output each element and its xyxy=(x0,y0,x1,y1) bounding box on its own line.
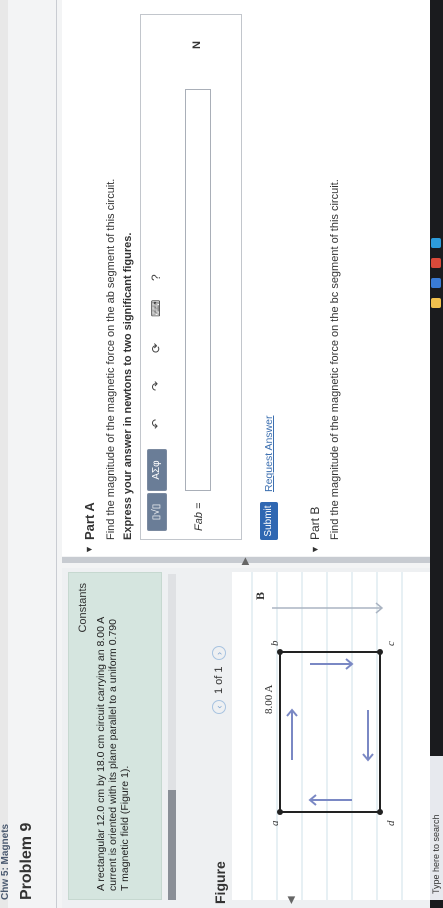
current-label: 8.00 A xyxy=(263,685,275,714)
part-a-title[interactable]: Part A xyxy=(82,502,97,540)
file-explorer-icon[interactable] xyxy=(431,298,441,308)
redo-icon[interactable]: ↷ xyxy=(149,381,163,391)
field-label: B⃗ xyxy=(253,583,267,600)
left-panel: Constants A rectangular 12.0 cm by 18.0 … xyxy=(62,568,443,908)
answer-label: Fab = xyxy=(193,502,205,531)
reset-icon[interactable]: ⟳ xyxy=(149,343,163,353)
figure-title: Figure xyxy=(212,861,228,904)
constants-box: Constants A rectangular 12.0 cm by 18.0 … xyxy=(68,572,162,900)
part-b-toggle-icon[interactable]: ▼ xyxy=(310,545,320,554)
horizontal-scrollbar[interactable] xyxy=(168,574,176,900)
submit-button[interactable]: Submit xyxy=(260,502,278,540)
corner-c-dot xyxy=(377,649,383,655)
corner-b-label: b xyxy=(269,640,281,646)
templates-button[interactable]: ▯√▯ xyxy=(147,493,167,531)
app-icon[interactable] xyxy=(431,258,441,268)
top-strip xyxy=(0,0,8,908)
help-icon[interactable]: ? xyxy=(149,274,163,281)
figure-pager-label: 1 of 1 xyxy=(213,666,225,694)
corner-a-label: a xyxy=(269,820,281,826)
panel-divider[interactable] xyxy=(62,557,443,563)
page-stage: Chw 5: Magnets Problem 9 Constants A rec… xyxy=(0,0,443,908)
keyboard-icon[interactable]: ⌨ xyxy=(149,300,163,317)
request-answer-link[interactable]: Request Answer xyxy=(263,416,275,492)
right-panel: ▼ Part A Find the magnitude of the magne… xyxy=(62,0,443,556)
unit-label: N xyxy=(191,41,203,49)
corner-d-dot xyxy=(377,809,383,815)
circuit-loop xyxy=(279,651,381,813)
panel-toggle-icon[interactable]: ▶ xyxy=(240,557,251,565)
corner-c-label: c xyxy=(385,641,397,646)
symbols-button[interactable]: ΑΣφ xyxy=(147,449,167,491)
current-arrows xyxy=(286,658,374,806)
breadcrumb[interactable]: Chw 5: Magnets xyxy=(0,824,11,900)
scroll-left-icon[interactable]: ◀ xyxy=(286,896,297,904)
scrollbar-thumb[interactable] xyxy=(168,790,176,900)
corner-b-dot xyxy=(277,649,283,655)
undo-icon[interactable]: ↶ xyxy=(149,419,163,429)
taskbar-search[interactable]: Type here to search xyxy=(430,756,443,900)
page-title: Problem 9 xyxy=(18,822,35,900)
header-divider xyxy=(56,0,57,908)
part-b-title[interactable]: Part B xyxy=(308,507,322,540)
next-figure-button[interactable]: › xyxy=(212,646,226,661)
constants-label[interactable]: Constants xyxy=(77,583,89,633)
answer-input[interactable] xyxy=(185,89,211,491)
prev-figure-button[interactable]: ‹ xyxy=(212,700,226,714)
store-icon[interactable] xyxy=(431,238,441,248)
problem-statement: A rectangular 12.0 cm by 18.0 cm circuit… xyxy=(95,617,131,891)
figure-pager: ‹ 1 of 1 › xyxy=(212,646,226,714)
corner-d-label: d xyxy=(385,820,397,826)
part-a-instruction: Express your answer in newtons to two si… xyxy=(122,232,134,540)
figure-area: a b c d 8.00 A B⃗ xyxy=(232,572,432,900)
part-a-prompt: Find the magnitude of the magnetic force… xyxy=(105,178,117,540)
answer-box: ▯√▯ ΑΣφ ↶ ↷ ⟳ ⌨ ? Fab = N xyxy=(140,14,242,540)
browser-icon[interactable] xyxy=(431,278,441,288)
corner-a-dot xyxy=(277,809,283,815)
circuit-diagram: a b c d 8.00 A B⃗ xyxy=(251,572,403,900)
part-b-prompt: Find the magnitude of the magnetic force… xyxy=(329,179,341,540)
part-a-toggle-icon[interactable]: ▼ xyxy=(84,545,94,554)
